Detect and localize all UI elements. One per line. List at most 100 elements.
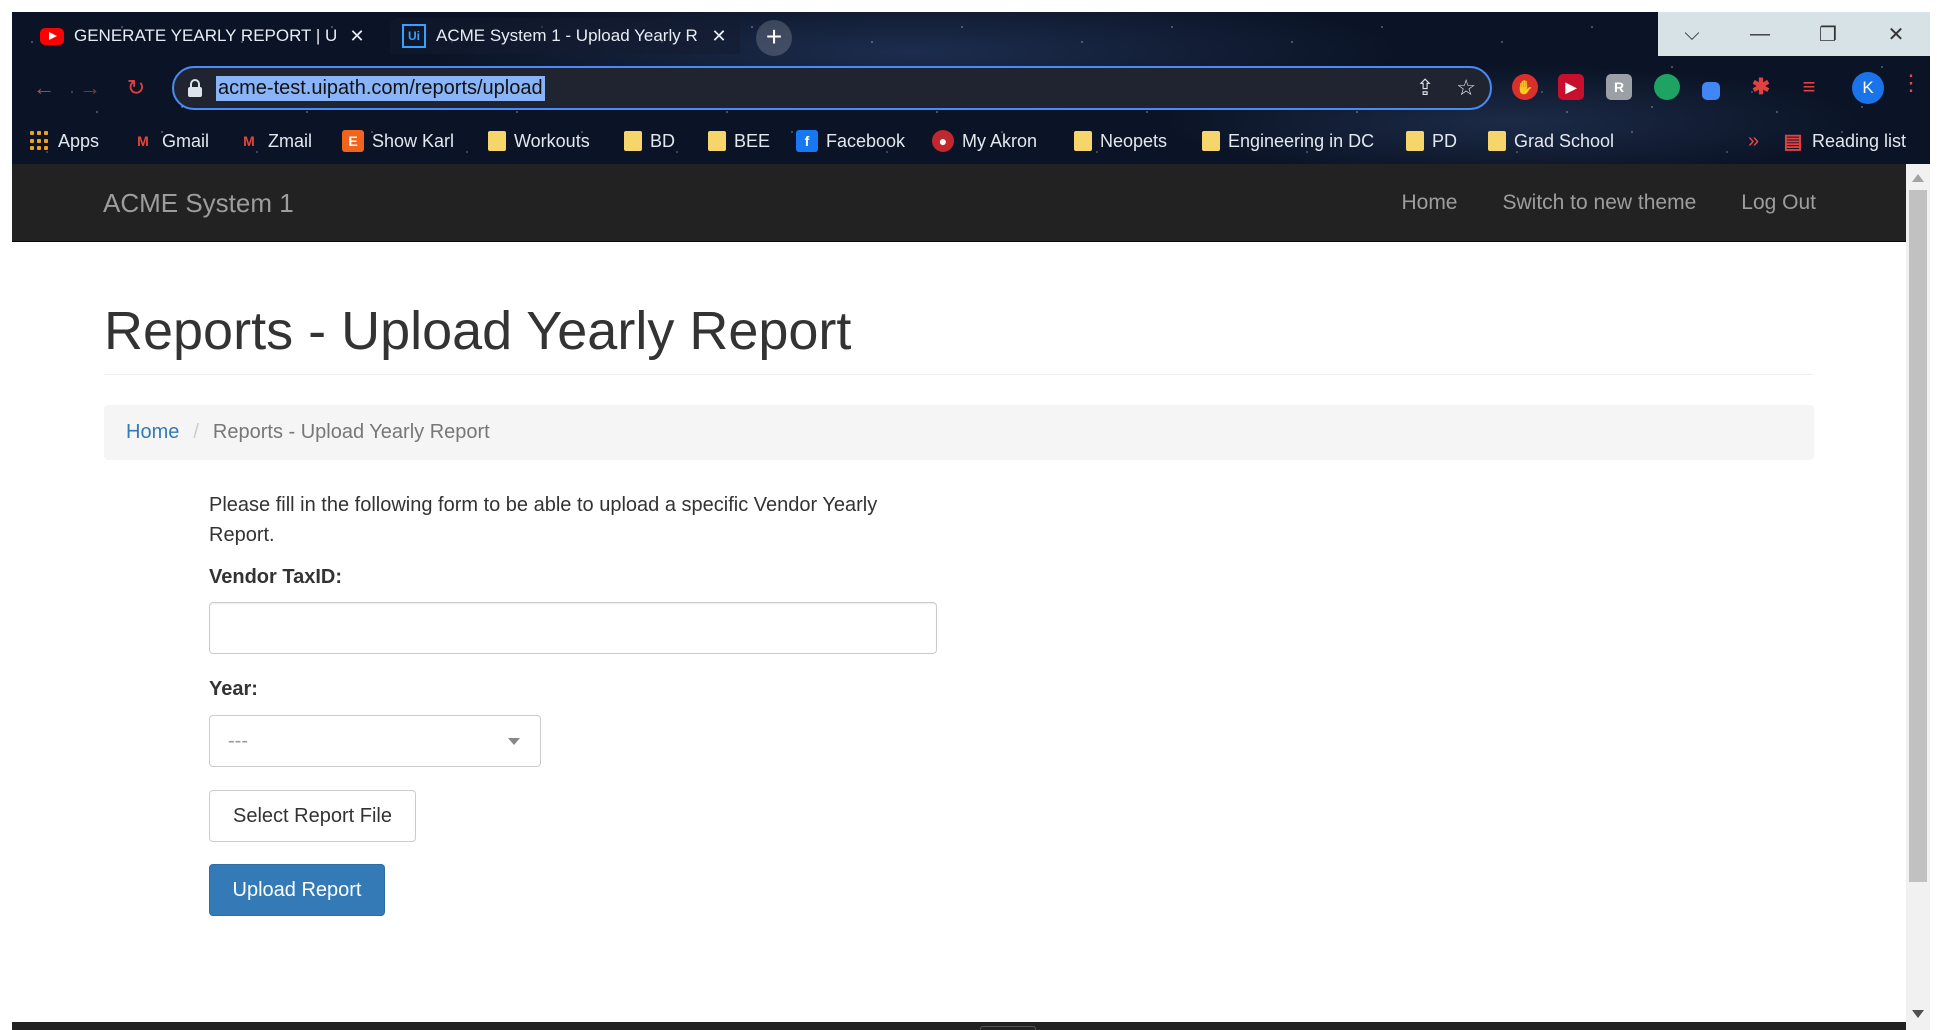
bookmark-label: Show Karl [372,130,455,151]
bookmark-label: Grad School [1514,130,1615,151]
vendor-taxid-label: Vendor TaxID: [209,566,342,588]
akron-icon: ● [932,130,954,152]
playlist-extension-icon[interactable]: ≡ [1796,74,1822,100]
address-bar[interactable]: acme-test.uipath.com/reports/upload ⇪ ☆ [172,66,1492,110]
youtube-icon [40,27,64,45]
browser-chrome: GENERATE YEARLY REPORT | UiP ✕ Ui ACME S… [12,12,1930,164]
bookmark-bee[interactable]: BEE [708,124,770,158]
folder-icon [1202,131,1220,151]
vendor-taxid-input[interactable] [209,602,937,654]
bookmark-engineering-in-dc[interactable]: Engineering in DC [1202,124,1374,158]
etsy-icon: E [342,130,364,152]
bookmark-zmail[interactable]: M Zmail [238,124,312,158]
tab-youtube[interactable]: GENERATE YEARLY REPORT | UiP ✕ [28,18,378,54]
bookmark-pd[interactable]: PD [1406,124,1457,158]
folder-icon [1488,131,1506,151]
bookmark-label: Gmail [162,130,210,151]
form-instructions: Please fill in the following form to be … [209,494,878,546]
video-extension-icon[interactable]: ▶ [1558,74,1584,100]
bookmarks-bar: Apps M Gmail M Zmail E Show Karl Workout… [12,124,1930,158]
adblock-extension-icon[interactable]: ✋ [1512,74,1538,100]
bookmark-label: Apps [58,130,100,151]
gmail-icon: M [137,133,149,149]
facebook-icon: f [796,130,818,152]
screen-extension-icon[interactable] [1702,82,1720,100]
bookmark-workouts[interactable]: Workouts [488,124,590,158]
url-text[interactable]: acme-test.uipath.com/reports/upload [216,75,545,101]
minimize-button[interactable]: — [1726,12,1794,56]
reading-list-button[interactable]: ▤ Reading list [1782,124,1907,158]
tab-search-button[interactable]: ⌵ [1658,12,1726,56]
tab-close-icon[interactable]: ✕ [348,26,366,47]
puzzle-extension-icon[interactable]: ✱ [1748,74,1774,100]
scroll-down-icon[interactable] [1912,1010,1924,1018]
upload-report-button[interactable]: Upload Report [209,864,385,916]
tab-title: ACME System 1 - Upload Yearly R [436,26,698,45]
close-window-button[interactable]: ✕ [1862,12,1930,56]
reading-list-label: Reading list [1812,130,1907,151]
bookmark-label: PD [1432,130,1458,151]
year-select[interactable]: --- [209,715,541,767]
folder-icon [1074,131,1092,151]
folder-icon [624,131,642,151]
breadcrumb: Home / Reports - Upload Yearly Report [104,405,1814,460]
nav-logout-link[interactable]: Log Out [1741,164,1816,242]
bookmark-label: Workouts [514,130,590,151]
page-title: Reports - Upload Yearly Report [104,301,852,361]
lock-icon [188,79,202,97]
restore-button[interactable]: ❐ [1794,12,1862,56]
year-label: Year: [209,678,258,700]
star-icon[interactable]: ☆ [1456,75,1476,101]
tab-acme[interactable]: Ui ACME System 1 - Upload Yearly R ✕ [390,18,740,54]
nav-home-link[interactable]: Home [1401,164,1457,242]
bookmark-label: Neopets [1100,130,1168,151]
bookmark-grad-school[interactable]: Grad School [1488,124,1614,158]
folder-icon [1406,131,1424,151]
bookmark-neopets[interactable]: Neopets [1074,124,1167,158]
gmail-icon: M [243,133,255,149]
apps-grid-icon [30,131,50,151]
bookmark-label: My Akron [962,130,1038,151]
title-divider [104,374,1814,375]
scroll-thumb[interactable] [1909,190,1927,882]
brand-link[interactable]: ACME System 1 [103,164,294,242]
more-bookmarks-button[interactable]: » [1748,124,1759,158]
back-arrow-icon[interactable]: ← [30,74,58,102]
bookmark-facebook[interactable]: f Facebook [796,124,905,158]
bookmark-apps[interactable]: Apps [30,124,99,158]
scroll-up-icon[interactable] [1912,174,1924,182]
folder-icon [708,131,726,151]
year-selected-value: --- [228,729,248,752]
nav-switch-theme-link[interactable]: Switch to new theme [1503,164,1697,242]
menu-dots-icon[interactable]: ⋮ [1900,70,1922,96]
breadcrumb-current: Reports - Upload Yearly Report [212,421,490,443]
reload-icon[interactable]: ↻ [122,74,150,102]
top-navbar: ACME System 1 Home Switch to new theme L… [12,164,1906,242]
reader-extension-icon[interactable]: R [1606,74,1632,100]
share-icon[interactable]: ⇪ [1416,75,1434,101]
breadcrumb-separator: / [193,421,199,443]
nav-links: Home Switch to new theme Log Out [1401,164,1816,242]
bookmark-label: Facebook [826,130,906,151]
bookmark-bd[interactable]: BD [624,124,675,158]
grammarly-extension-icon[interactable] [1654,74,1680,100]
bookmark-gmail[interactable]: M Gmail [132,124,209,158]
bookmark-label: BEE [734,130,771,151]
new-tab-button[interactable]: + [756,20,792,56]
folder-icon [488,131,506,151]
breadcrumb-home-link[interactable]: Home [126,421,179,444]
bookmark-show-karl[interactable]: E Show Karl [342,124,454,158]
forward-arrow-icon[interactable]: → [76,74,104,102]
footer-handle [980,1026,1036,1030]
bookmark-my-akron[interactable]: ● My Akron [932,124,1037,158]
select-report-file-button[interactable]: Select Report File [209,790,416,842]
page-scrollbar[interactable] [1906,164,1930,1030]
profile-avatar[interactable]: K [1852,72,1884,104]
bookmark-label: BD [650,130,676,151]
bookmark-label: Engineering in DC [1228,130,1375,151]
tab-title: GENERATE YEARLY REPORT | UiP [74,26,338,45]
uipath-icon: Ui [402,24,426,48]
tab-close-icon[interactable]: ✕ [710,26,728,47]
bookmark-label: Zmail [268,130,312,151]
footer-bar [12,1022,1906,1030]
